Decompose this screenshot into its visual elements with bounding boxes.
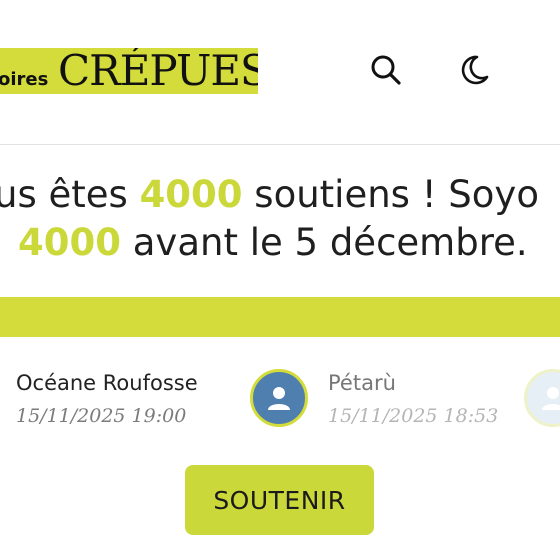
headline-line-1: us êtes 4000 soutiens ! Soyo: [0, 172, 539, 218]
headline-text: avant le 5 décembre.: [120, 221, 528, 264]
progress-fill: [0, 297, 560, 337]
moon-icon: [461, 55, 489, 85]
supporter-count: 4000: [139, 173, 243, 216]
headline-line-2: 4000 avant le 5 décembre.: [18, 220, 528, 266]
supporters-headline: us êtes 4000 soutiens ! Soyo 4000 avant …: [0, 168, 560, 273]
search-button[interactable]: [366, 50, 406, 90]
user-icon: [542, 387, 560, 410]
logo-title: CRÉPUES: [58, 48, 258, 94]
support-button[interactable]: SOUTENIR: [185, 465, 374, 535]
goal-count: 4000: [18, 221, 121, 264]
logo-prefix: oires: [0, 69, 49, 90]
supporter-date: 15/11/2025 18:53: [328, 405, 499, 427]
theme-toggle-button[interactable]: [454, 50, 494, 90]
progress-bar: [0, 297, 560, 337]
avatar: [524, 369, 560, 427]
user-icon: [268, 387, 290, 410]
supporter-name: Océane Roufosse: [16, 371, 198, 395]
supporter-date: 15/11/2025 19:00: [16, 405, 187, 427]
supporters-list: Océane Roufosse 15/11/2025 19:00 Pétarù …: [0, 355, 560, 445]
supporter-name: Pétarù: [328, 371, 396, 395]
avatar: [250, 369, 308, 427]
site-logo[interactable]: oires CRÉPUES: [0, 48, 258, 94]
headline-text: us êtes: [0, 173, 140, 216]
search-icon: [371, 55, 401, 85]
site-header: oires CRÉPUES: [0, 0, 560, 145]
headline-text: soutiens ! Soyo: [242, 173, 539, 216]
